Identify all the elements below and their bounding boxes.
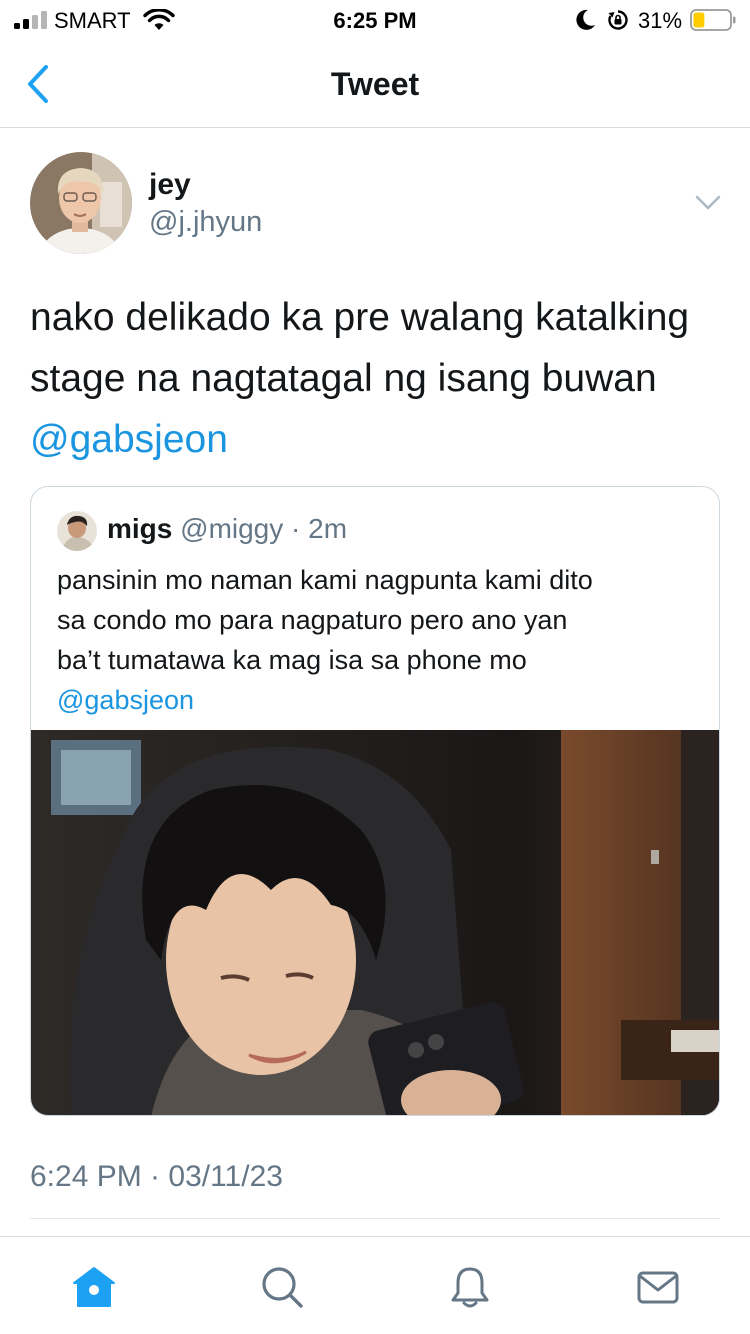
tweet-mention-link[interactable]: @gabsjeon: [30, 409, 730, 470]
quoted-tweet-text: pansinin mo naman kami nagpunta kami dit…: [57, 560, 707, 720]
quoted-tweet-photo[interactable]: [31, 730, 720, 1116]
quoted-tweet-card[interactable]: migs @miggy · 2m pansinin mo naman kami …: [30, 486, 720, 1116]
quoted-text-line: ba’t tumatawa ka mag isa sa phone mo: [57, 645, 527, 675]
quoted-tweet-time: · 2m: [291, 513, 348, 544]
tweet-text: nako delikado ka pre walang katalking st…: [30, 287, 730, 470]
navigation-bar: Tweet: [0, 40, 750, 128]
status-bar: SMART 6:25 PM 31%: [0, 0, 750, 40]
author-handle[interactable]: @j.jhyun: [149, 206, 262, 239]
tweet-text-line: stage na nagtatagal ng isang buwan: [30, 357, 657, 400]
tweet-timestamp: 6:24 PM · 03/11/23: [30, 1160, 283, 1193]
battery-fill: [693, 12, 705, 28]
quoted-author-name: migs: [107, 513, 173, 544]
battery-icon: [690, 9, 736, 31]
author-avatar[interactable]: [30, 152, 132, 254]
search-icon[interactable]: [260, 1265, 304, 1309]
home-icon[interactable]: [72, 1265, 116, 1309]
battery-percent: 31%: [638, 8, 683, 33]
quoted-mention-link[interactable]: @gabsjeon: [57, 680, 707, 720]
quoted-author-handle: @miggy: [180, 513, 284, 544]
bell-icon[interactable]: [448, 1265, 492, 1309]
moon-icon: [576, 9, 595, 30]
author-name[interactable]: jey: [149, 168, 191, 202]
mail-icon[interactable]: [636, 1265, 680, 1309]
divider: [30, 1218, 720, 1219]
chevron-down-icon[interactable]: [694, 192, 722, 214]
rotation-lock-icon: [608, 10, 628, 30]
tab-bar: [0, 1236, 750, 1334]
quoted-tweet-header: migs @miggy · 2m: [107, 513, 347, 545]
quoted-text-line: pansinin mo naman kami nagpunta kami dit…: [57, 565, 593, 595]
quoted-author-avatar: [57, 511, 97, 551]
quoted-text-line: sa condo mo para nagpaturo pero ano yan: [57, 605, 568, 635]
page-title: Tweet: [330, 66, 420, 102]
tweet-text-line: nako delikado ka pre walang katalking: [30, 296, 690, 339]
